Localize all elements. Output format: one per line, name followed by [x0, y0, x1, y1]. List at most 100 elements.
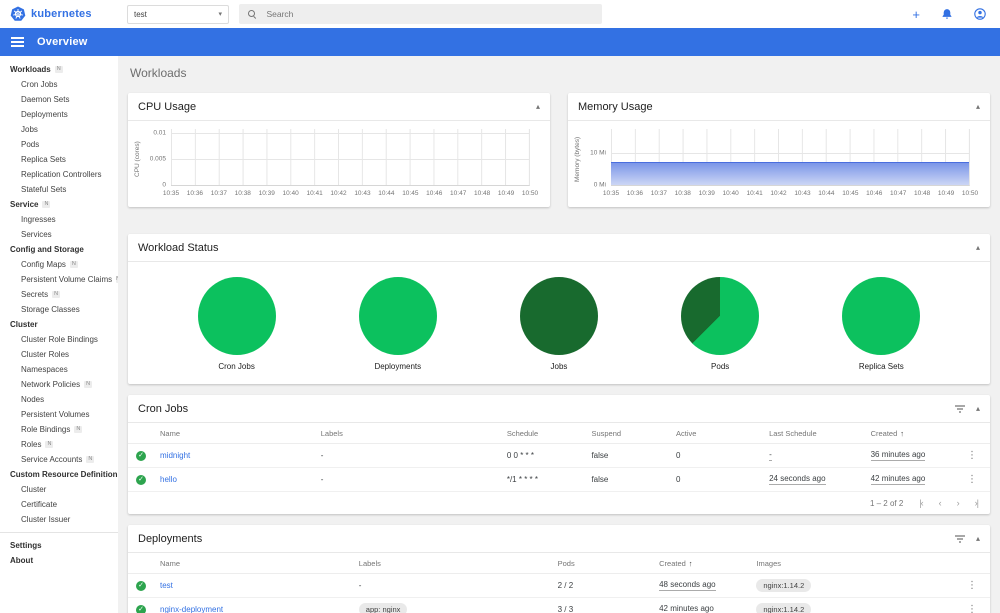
namespaced-badge: N [52, 291, 61, 298]
sidebar-item-replication-controllers[interactable]: Replication Controllers [0, 167, 118, 182]
collapse-icon[interactable]: ▴ [976, 534, 980, 543]
collapse-icon[interactable]: ▴ [976, 243, 980, 252]
column-header-labels[interactable]: Labels [321, 429, 507, 438]
pie-label: Deployments [374, 362, 422, 371]
sidebar-item-ingresses[interactable]: Ingresses [0, 212, 118, 227]
deployment-name-link[interactable]: nginx-deployment [160, 605, 359, 613]
sidebar-item-config-maps[interactable]: Config Maps N [0, 257, 118, 272]
collapse-icon[interactable]: ▴ [536, 102, 540, 111]
column-header-suspend[interactable]: Suspend [591, 429, 676, 438]
create-icon[interactable]: + [912, 8, 920, 21]
search-icon [248, 9, 256, 19]
y-axis-label: Memory (bytes) [574, 136, 581, 182]
column-header-created[interactable]: Created ↑ [659, 559, 756, 568]
sidebar-item-role-bindings[interactable]: Role Bindings N [0, 422, 118, 437]
y-tick: 0.01 [153, 129, 166, 137]
sidebar-item-cluster-role-bindings[interactable]: Cluster Role Bindings [0, 332, 118, 347]
cell-last-schedule: 24 seconds ago [769, 474, 826, 485]
sidebar-item-persistent-volume-claims[interactable]: Persistent Volume ClaimsN [0, 272, 118, 287]
cell-pods: 3 / 3 [557, 605, 574, 613]
first-page-icon[interactable]: |‹ [919, 498, 923, 508]
sidebar-item-namespaces[interactable]: Namespaces [0, 362, 118, 377]
cell-labels: - [320, 451, 324, 460]
cell-suspend: false [591, 451, 609, 460]
cell-suspend: false [591, 475, 609, 484]
column-header-name[interactable]: Name [160, 429, 321, 438]
column-header-labels[interactable]: Labels [359, 559, 558, 568]
cell-schedule: 0 0 * * * [506, 451, 534, 460]
status-ok-icon: ✓ [136, 604, 146, 613]
user-icon[interactable] [974, 8, 986, 20]
app-toolbar: Overview [0, 28, 1000, 56]
search-input[interactable] [264, 8, 593, 20]
hamburger-menu-icon[interactable] [11, 35, 24, 49]
namespaced-badge: N [42, 201, 51, 208]
namespace-value: test [134, 9, 147, 19]
pagination-range: 1 – 2 of 2 [869, 498, 904, 508]
namespaced-badge: N [86, 456, 95, 463]
row-menu-icon[interactable]: ⋮ [962, 604, 982, 613]
cell-created: 42 minutes ago [659, 604, 714, 613]
cell-labels: - [358, 581, 362, 590]
kubernetes-logo[interactable]: kubernetes [0, 6, 113, 22]
column-header-pods[interactable]: Pods [558, 559, 660, 568]
row-menu-icon[interactable]: ⋮ [962, 474, 982, 485]
sidebar-section-service[interactable]: Service N [0, 197, 118, 212]
sidebar-item-daemon-sets[interactable]: Daemon Sets [0, 92, 118, 107]
sidebar-item-jobs[interactable]: Jobs [0, 122, 118, 137]
sidebar-item-service-accounts[interactable]: Service Accounts N [0, 452, 118, 467]
filter-icon[interactable] [954, 534, 966, 544]
pagination: 1 – 2 of 2 |‹ ‹ › ›| [128, 492, 990, 514]
column-header-images[interactable]: Images [756, 559, 962, 568]
sidebar-item-persistent-volumes[interactable]: Persistent Volumes [0, 407, 118, 422]
sidebar-item-crd-cluster[interactable]: Cluster [0, 482, 118, 497]
card-title: CPU Usage [138, 100, 197, 113]
sidebar-item-cron-jobs[interactable]: Cron Jobs [0, 77, 118, 92]
column-header-last-schedule[interactable]: Last Schedule [769, 429, 871, 438]
sidebar-item-crd-certificate[interactable]: Certificate [0, 497, 118, 512]
row-menu-icon[interactable]: ⋮ [962, 580, 982, 591]
memory-fill [611, 161, 969, 185]
column-header-active[interactable]: Active [676, 429, 769, 438]
y-tick: 0.005 [149, 155, 166, 163]
top-actions: + [912, 8, 1000, 21]
status-ok-icon: ✓ [136, 474, 146, 485]
namespaced-badge: N [84, 381, 93, 388]
sidebar-item-crd-cluster-issuer[interactable]: Cluster Issuer [0, 512, 118, 527]
filter-icon[interactable] [954, 404, 966, 414]
sidebar-item-storage-classes[interactable]: Storage Classes [0, 302, 118, 317]
namespace-selector[interactable]: test ▾ [127, 4, 229, 24]
pie-chart-cron-jobs [197, 277, 276, 355]
sidebar-item-settings[interactable]: Settings [0, 538, 118, 553]
cron-jobs-card: Cron Jobs ▴ Name Labels Schedule Suspend… [128, 395, 990, 514]
sidebar-item-secrets[interactable]: Secrets N [0, 287, 118, 302]
sidebar-item-services[interactable]: Services [0, 227, 118, 242]
sidebar-section-workloads[interactable]: Workloads N [0, 62, 118, 77]
sidebar-item-roles[interactable]: Roles N [0, 437, 118, 452]
sidebar-item-cluster-roles[interactable]: Cluster Roles [0, 347, 118, 362]
sidebar-item-nodes[interactable]: Nodes [0, 392, 118, 407]
sidebar-item-pods[interactable]: Pods [0, 137, 118, 152]
prev-page-icon[interactable]: ‹ [939, 498, 942, 508]
card-title: Cron Jobs [138, 402, 189, 415]
row-menu-icon[interactable]: ⋮ [962, 450, 982, 461]
cronjob-name-link[interactable]: midnight [160, 451, 321, 460]
sidebar-item-deployments[interactable]: Deployments [0, 107, 118, 122]
sidebar-item-replica-sets[interactable]: Replica Sets [0, 152, 118, 167]
cronjob-name-link[interactable]: hello [160, 475, 321, 484]
collapse-icon[interactable]: ▴ [976, 404, 980, 413]
sidebar-item-stateful-sets[interactable]: Stateful Sets [0, 182, 118, 197]
notifications-icon[interactable] [941, 8, 953, 20]
deployment-name-link[interactable]: test [160, 581, 359, 590]
column-header-name[interactable]: Name [160, 559, 359, 568]
sidebar-item-network-policies[interactable]: Network Policies N [0, 377, 118, 392]
collapse-icon[interactable]: ▴ [976, 102, 980, 111]
sidebar-divider [0, 532, 118, 533]
column-header-schedule[interactable]: Schedule [507, 429, 592, 438]
cell-created: 42 minutes ago [870, 474, 926, 485]
next-page-icon[interactable]: › [957, 498, 960, 508]
workload-status-card: Workload Status ▴ Cron Jobs Deployments … [128, 234, 990, 384]
sidebar-item-about[interactable]: About [0, 553, 118, 568]
column-header-created[interactable]: Created ↑ [871, 429, 962, 438]
last-page-icon[interactable]: ›| [975, 498, 979, 508]
